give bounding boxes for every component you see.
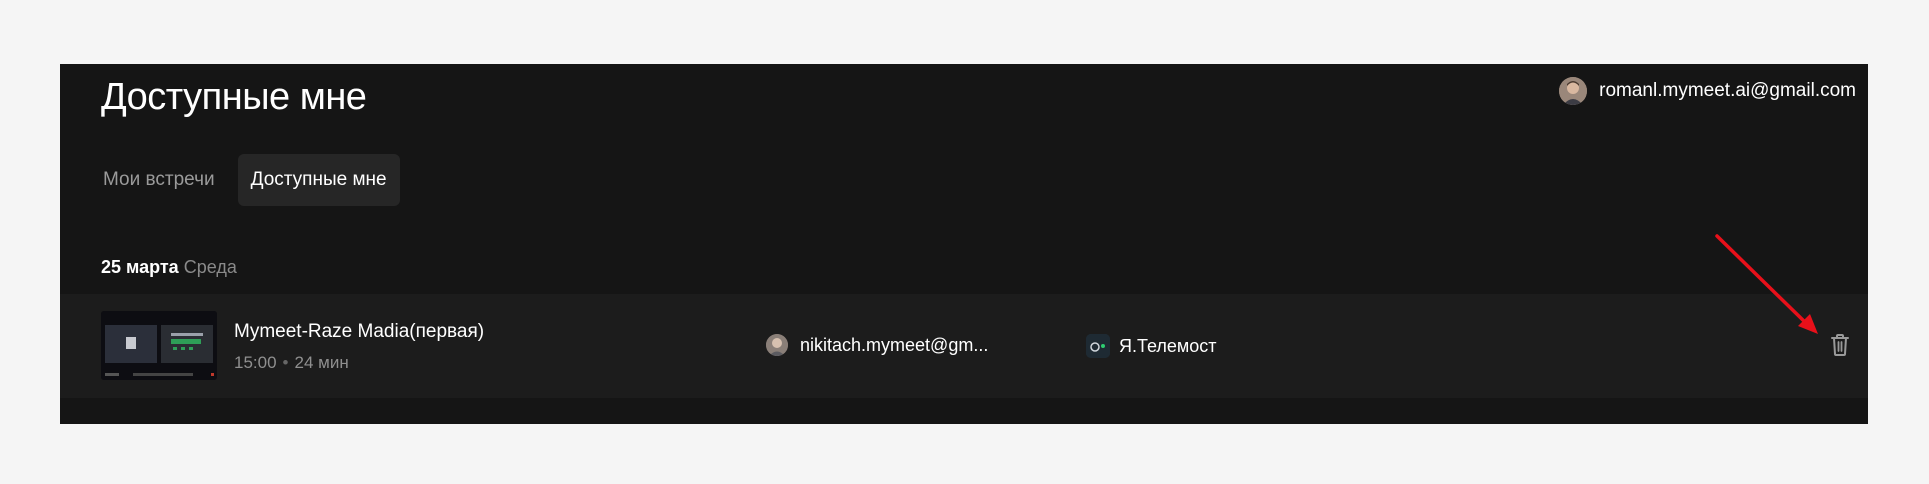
telemost-icon bbox=[1086, 334, 1110, 358]
date-group-header: 25 марта Среда bbox=[101, 255, 237, 279]
tab-shared-with-me[interactable]: Доступные мне bbox=[237, 154, 400, 206]
platform-label: Я.Телемост bbox=[1119, 335, 1217, 356]
meeting-meta: 15:00 • 24 мин bbox=[234, 352, 349, 374]
date-day: 25 марта bbox=[101, 257, 179, 277]
user-email: romanl.mymeet.ai@gmail.com bbox=[1599, 80, 1856, 101]
meeting-title: Mymeet-Raze Madia(первая) bbox=[234, 321, 485, 342]
meeting-thumbnail bbox=[101, 311, 217, 380]
owner-avatar bbox=[766, 334, 788, 356]
meeting-owner: nikitach.mymeet@gm... bbox=[766, 334, 988, 356]
meeting-duration: 24 мин bbox=[294, 353, 349, 372]
date-weekday: Среда bbox=[183, 257, 237, 277]
meeting-row[interactable]: Mymeet-Raze Madia(первая) 15:00 • 24 мин n… bbox=[60, 294, 1868, 398]
user-avatar bbox=[1559, 77, 1588, 105]
user-account[interactable]: romanl.mymeet.ai@gmail.com bbox=[1559, 77, 1856, 105]
meetings-panel: Доступные мне romanl.mymeet.ai@gmail.com… bbox=[60, 64, 1868, 424]
delete-button[interactable] bbox=[1828, 332, 1852, 358]
owner-email: nikitach.mymeet@gm... bbox=[800, 334, 989, 355]
meta-separator: • bbox=[282, 353, 289, 372]
meeting-platform: Я.Телемост bbox=[1086, 334, 1217, 358]
tab-bar: Мои встречи Доступные мне bbox=[99, 154, 400, 206]
trash-icon bbox=[1831, 334, 1849, 356]
meeting-time: 15:00 bbox=[234, 353, 277, 372]
tab-my-meetings[interactable]: Мои встречи bbox=[99, 154, 228, 206]
page-title: Доступные мне bbox=[101, 76, 367, 118]
